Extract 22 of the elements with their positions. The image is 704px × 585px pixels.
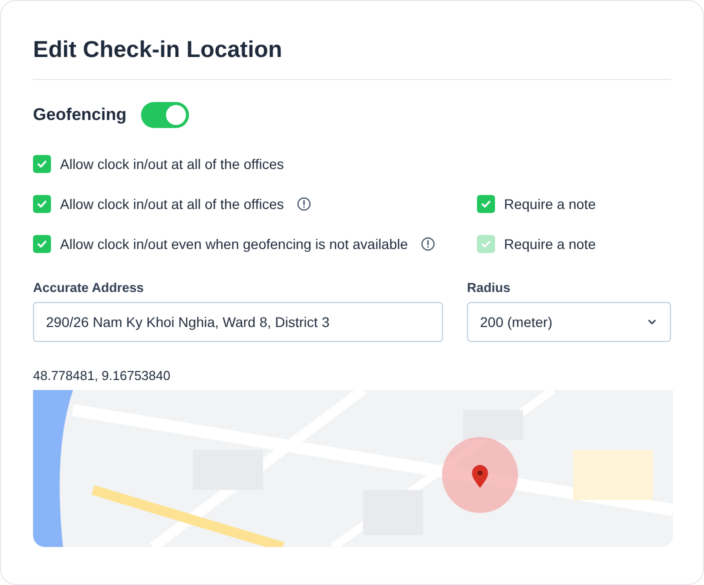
check-icon [36,158,48,170]
check-icon [480,238,492,250]
field-label: Radius [467,280,512,295]
checkbox[interactable] [33,195,51,213]
checkbox[interactable] [33,235,51,253]
geofencing-label: Geofencing [33,105,127,125]
option-label: Allow clock in/out at all of the offices [60,156,284,172]
option-label: Allow clock in/out at all of the offices [60,196,284,212]
check-icon [480,198,492,210]
option-label: Allow clock in/out even when geofencing is not available [60,236,408,252]
field-label: Accurate Address [33,280,145,295]
check-icon [36,198,48,210]
checkbox[interactable] [33,155,51,173]
checkbox[interactable] [477,195,495,213]
option-label: Require a note [504,196,596,212]
coordinates-text: 48.778481, 9.16753840 [33,368,172,383]
option-label: Require a note [504,236,596,252]
address-field[interactable]: 290/26 Nam Ky Khoi Nghia, Ward 8, District 3 [33,302,443,342]
dialog-title: Edit Check-in Location [33,35,284,64]
radius-dropdown[interactable]: 200 (meter) [467,302,671,342]
check-icon [36,238,48,250]
geofencing-toggle[interactable] [140,102,189,128]
